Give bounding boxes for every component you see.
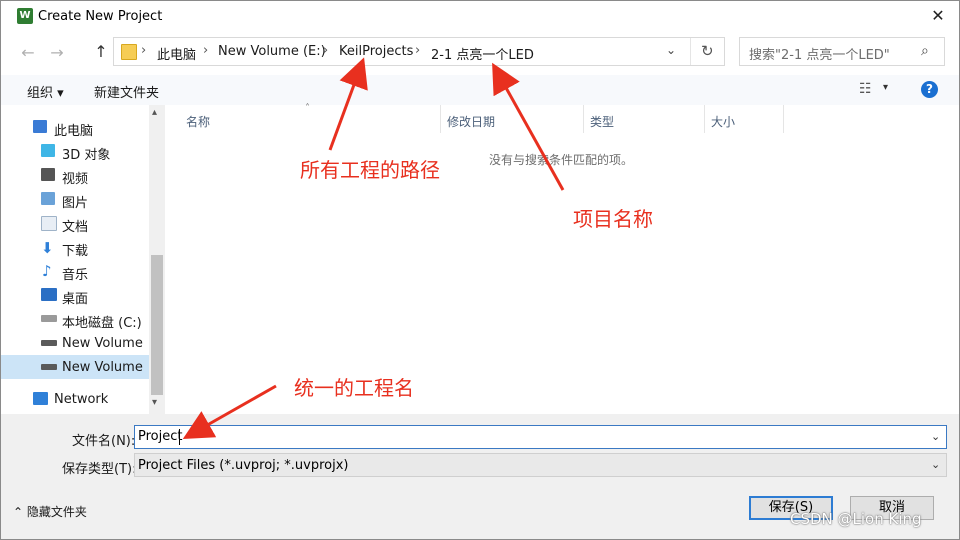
sidebar-item-label: 文档 [62,220,89,235]
breadcrumb-keilprojects[interactable]: KeilProjects [339,44,413,59]
column-divider[interactable] [440,105,441,133]
search-box[interactable]: 搜索"2-1 点亮一个LED" ⌕ [739,37,945,66]
refresh-icon[interactable]: ↻ [701,42,714,60]
network-icon [33,392,48,405]
download-icon: ⬇ [41,239,54,257]
organize-menu[interactable]: 组织 ▾ [27,82,64,101]
sidebar-item-label: 本地磁盘 (C:) [62,316,142,331]
picture-icon [41,192,55,205]
sidebar-item-label: 下载 [62,244,89,259]
breadcrumb-separator: › [323,43,329,58]
sidebar-item-label: 图片 [62,196,89,211]
breadcrumb-current-folder[interactable]: 2-1 点亮一个LED [431,44,534,63]
column-header-size[interactable]: 大小 [711,113,735,130]
sidebar-item-label: 桌面 [62,292,89,307]
drive-e-icon [41,364,57,370]
filename-value: Project [138,429,183,444]
breadcrumb-separator: › [415,43,421,58]
folder-icon [121,44,137,60]
sidebar-item-label: New Volume (D [62,336,148,351]
sidebar-item-label: Network [54,392,109,407]
view-dropdown-icon[interactable]: ▾ [883,82,888,93]
sidebar-item-label: 此电脑 [54,124,94,139]
address-bar[interactable]: › 此电脑 › New Volume (E:) › KeilProjects ›… [113,37,725,66]
command-bar: 组织 ▾ 新建文件夹 ☷ ▾ ? [1,75,959,106]
window-title: Create New Project [38,9,163,24]
help-icon[interactable]: ? [921,81,938,98]
annotation-unified-name: 统一的工程名 [294,376,414,400]
3d-objects-icon [41,144,55,157]
search-icon[interactable]: ⌕ [921,43,929,59]
desktop-icon [41,288,57,301]
drive-c-icon [41,315,57,322]
sidebar-item-documents[interactable]: 文档 [1,211,149,235]
sidebar-item-this-pc[interactable]: 此电脑 [1,115,149,139]
annotation-project-name: 项目名称 [573,207,653,231]
up-arrow-icon[interactable]: ↑ [92,42,110,61]
filename-label: 文件名(N): [72,434,136,449]
close-icon[interactable]: ✕ [929,6,947,25]
sidebar-item-desktop[interactable]: 桌面 [1,283,149,307]
filename-input[interactable]: Project ⌄ [134,425,947,449]
sidebar-item-drive-d[interactable]: New Volume (D [1,331,149,355]
forward-arrow-icon[interactable]: → [48,43,66,62]
title-bar: W Create New Project ✕ [1,1,959,32]
drive-d-icon [41,340,57,346]
column-divider[interactable] [583,105,584,133]
video-icon [41,168,55,181]
new-folder-button[interactable]: 新建文件夹 [94,82,159,101]
filetype-dropdown-icon[interactable]: ⌄ [931,458,940,471]
sidebar-item-label: New Volume (E [62,360,148,375]
filename-dropdown-icon[interactable]: ⌄ [931,430,940,443]
sidebar-item-label: 3D 对象 [62,148,111,163]
breadcrumb-volume-e[interactable]: New Volume (E:) [218,44,326,59]
sidebar-item-pictures[interactable]: 图片 [1,187,149,211]
app-icon: W [17,8,33,24]
hide-folders-toggle[interactable]: ⌃ 隐藏文件夹 [13,503,87,520]
scroll-up-icon[interactable]: ▴ [152,107,157,118]
sidebar-item-drive-c[interactable]: 本地磁盘 (C:) [1,307,149,331]
sort-indicator-icon: ˄ [305,103,310,114]
divider [690,38,691,65]
filetype-value: Project Files (*.uvproj; *.uvprojx) [138,458,349,473]
breadcrumb-separator: › [141,43,147,58]
search-placeholder: 搜索"2-1 点亮一个LED" [749,48,890,63]
empty-state-message: 没有与搜索条件匹配的项。 [489,153,634,167]
address-dropdown-icon[interactable]: ⌄ [666,43,676,57]
sidebar-item-videos[interactable]: 视频 [1,163,149,187]
sidebar-item-music[interactable]: ♪ 音乐 [1,259,149,283]
sidebar-item-label: 音乐 [62,268,89,283]
back-arrow-icon[interactable]: ← [19,43,37,62]
sidebar-item-drive-e[interactable]: New Volume (E [1,355,149,379]
annotation-path: 所有工程的路径 [300,158,440,182]
file-list[interactable]: ˄ 名称 修改日期 类型 大小 没有与搜索条件匹配的项。 [165,103,959,414]
text-caret [179,429,180,445]
scroll-down-icon[interactable]: ▾ [152,397,157,408]
music-icon: ♪ [42,262,52,280]
sidebar-item-network[interactable]: Network [1,387,149,411]
filetype-label: 保存类型(T): [62,462,137,477]
sidebar-item-label: 视频 [62,172,89,187]
column-divider[interactable] [783,105,784,133]
column-header-type[interactable]: 类型 [590,113,614,130]
filetype-select[interactable]: Project Files (*.uvproj; *.uvprojx) ⌄ [134,453,947,477]
document-icon [41,216,57,231]
create-project-dialog: W Create New Project ✕ ← → ↑ › 此电脑 › New… [0,0,960,540]
view-options-icon[interactable]: ☷ [859,81,872,97]
column-header-date[interactable]: 修改日期 [447,113,495,130]
scrollbar-thumb[interactable] [151,255,163,395]
sidebar-scrollbar[interactable]: ▴ ▾ [149,105,165,414]
navigation-pane: 此电脑 3D 对象 视频 图片 文档 ⬇ 下载 ♪ 音乐 桌面 本地磁盘 (C:… [1,105,149,414]
breadcrumb-separator: › [203,43,209,58]
watermark: CSDN @Lion King [790,510,922,528]
sidebar-item-3d-objects[interactable]: 3D 对象 [1,139,149,163]
column-header-name[interactable]: 名称 [186,113,210,130]
sidebar-item-downloads[interactable]: ⬇ 下载 [1,235,149,259]
computer-icon [33,120,47,133]
column-divider[interactable] [704,105,705,133]
breadcrumb-this-pc[interactable]: 此电脑 [157,44,196,63]
